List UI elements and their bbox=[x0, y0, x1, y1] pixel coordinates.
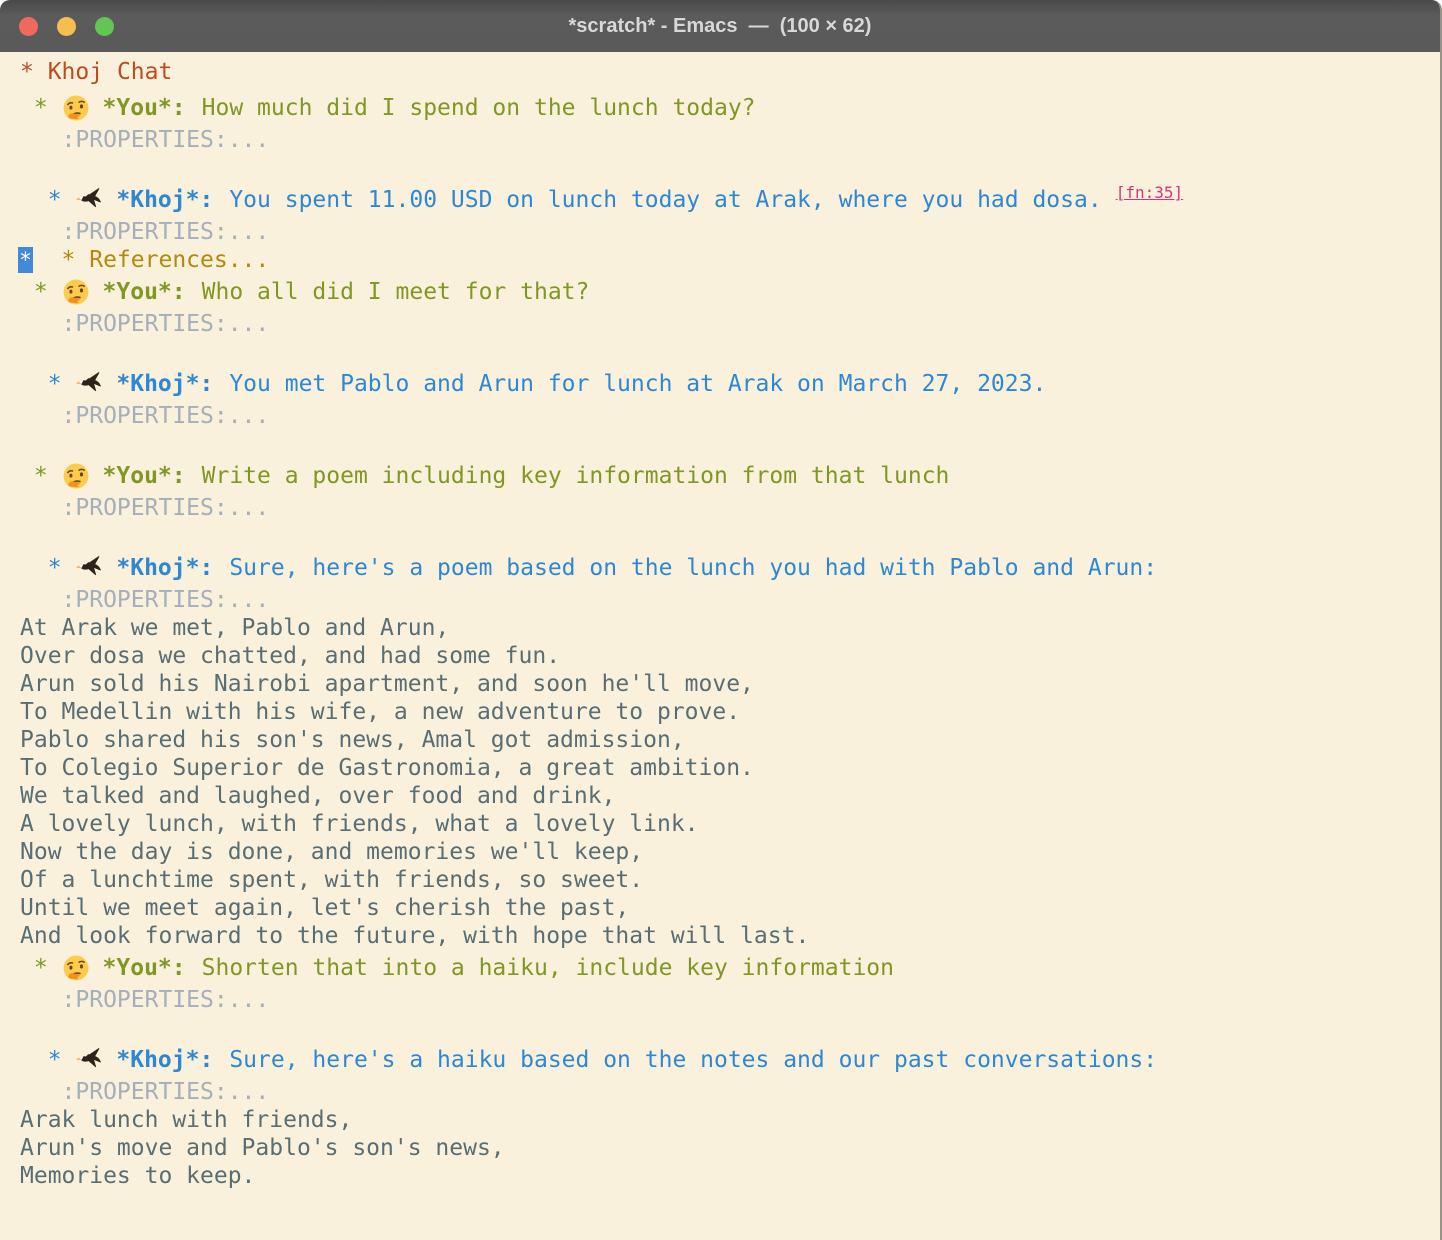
heading-star-icon: * bbox=[20, 58, 48, 86]
message-body-line: A lovely lunch, with friends, what a lov… bbox=[20, 810, 1440, 838]
khoj-label: *Khoj*: bbox=[116, 554, 213, 582]
khoj-label: *Khoj*: bbox=[116, 186, 213, 214]
properties-drawer[interactable]: :PROPERTIES:... bbox=[20, 218, 1440, 246]
message-body-line: We talked and laughed, over food and dri… bbox=[20, 782, 1440, 810]
footnote-link[interactable]: [fn:35] bbox=[1116, 179, 1183, 207]
blank-line bbox=[20, 338, 1440, 366]
heading-star-icon: * bbox=[20, 94, 62, 122]
khoj-message-heading[interactable]: * *Khoj*: You met Pablo and Arun for lunc… bbox=[20, 366, 1440, 402]
heading-star-icon: * bbox=[20, 278, 62, 306]
blank-line bbox=[20, 522, 1440, 550]
message-body-line: At Arak we met, Pablo and Arun, bbox=[20, 614, 1440, 642]
blank-line bbox=[20, 154, 1440, 182]
properties-text: :PROPERTIES:... bbox=[62, 1079, 270, 1105]
you-message-heading[interactable]: * *You*: Write a poem including key infor… bbox=[20, 458, 1440, 494]
message-body-line: And look forward to the future, with hop… bbox=[20, 922, 1440, 950]
properties-drawer[interactable]: :PROPERTIES:... bbox=[20, 126, 1440, 154]
properties-drawer[interactable]: :PROPERTIES:... bbox=[20, 402, 1440, 430]
eagle-icon bbox=[75, 554, 103, 582]
heading-star-icon: * bbox=[20, 370, 75, 398]
heading-star-icon: * bbox=[20, 554, 75, 582]
khoj-label: *Khoj*: bbox=[116, 370, 213, 398]
thinking-face-icon bbox=[62, 278, 90, 306]
you-label: *You*: bbox=[103, 94, 186, 122]
heading-star-icon: * bbox=[20, 186, 75, 214]
message-body-line: Arun's move and Pablo's son's news, bbox=[20, 1134, 1440, 1162]
message-text: Shorten that into a haiku, include key i… bbox=[202, 954, 894, 982]
message-body-line: Arak lunch with friends, bbox=[20, 1106, 1440, 1134]
properties-drawer[interactable]: :PROPERTIES:... bbox=[20, 586, 1440, 614]
eagle-icon bbox=[75, 1046, 103, 1074]
properties-drawer[interactable]: :PROPERTIES:... bbox=[20, 1078, 1440, 1106]
zoom-button[interactable] bbox=[95, 17, 114, 36]
fringe-fold-marker[interactable]: * bbox=[18, 247, 33, 273]
message-text: You spent 11.00 USD on lunch today at Ar… bbox=[229, 186, 1101, 214]
properties-text: :PROPERTIES:... bbox=[62, 987, 270, 1013]
message-body-line: To Medellin with his wife, a new adventu… bbox=[20, 698, 1440, 726]
you-message-heading[interactable]: * *You*: Who all did I meet for that? bbox=[20, 274, 1440, 310]
you-label: *You*: bbox=[103, 278, 186, 306]
window-title: *scratch* - Emacs — (100 × 62) bbox=[0, 15, 1440, 38]
org-title-text: Khoj Chat bbox=[48, 58, 173, 86]
properties-drawer[interactable]: :PROPERTIES:... bbox=[20, 494, 1440, 522]
message-body-line: Now the day is done, and memories we'll … bbox=[20, 838, 1440, 866]
heading-star-icon: * bbox=[20, 954, 62, 982]
properties-text: :PROPERTIES:... bbox=[62, 311, 270, 337]
khoj-message-heading[interactable]: * *Khoj*: Sure, here's a poem based on th… bbox=[20, 550, 1440, 586]
you-message-heading[interactable]: * *You*: Shorten that into a haiku, inclu… bbox=[20, 950, 1440, 986]
buffer[interactable]: * Khoj Chat * *You*: How much did I spend… bbox=[0, 52, 1440, 1240]
heading-star-icon: * bbox=[20, 1046, 75, 1074]
you-label: *You*: bbox=[103, 954, 186, 982]
message-text: Write a poem including key information f… bbox=[202, 462, 950, 490]
properties-drawer[interactable]: :PROPERTIES:... bbox=[20, 310, 1440, 338]
message-body-line: Of a lunchtime spent, with friends, so s… bbox=[20, 866, 1440, 894]
blank-line bbox=[20, 430, 1440, 458]
properties-drawer[interactable]: :PROPERTIES:... bbox=[20, 986, 1440, 1014]
close-button[interactable] bbox=[19, 17, 38, 36]
properties-text: :PROPERTIES:... bbox=[62, 219, 270, 245]
thinking-face-icon bbox=[62, 954, 90, 982]
khoj-label: *Khoj*: bbox=[116, 1046, 213, 1074]
minimize-button[interactable] bbox=[57, 17, 76, 36]
message-text: Who all did I meet for that? bbox=[202, 278, 590, 306]
message-body-line: Arun sold his Nairobi apartment, and soo… bbox=[20, 670, 1440, 698]
properties-text: :PROPERTIES:... bbox=[62, 495, 270, 521]
eagle-icon bbox=[75, 370, 103, 398]
thinking-face-icon bbox=[62, 94, 90, 122]
message-body-line: To Colegio Superior de Gastronomia, a gr… bbox=[20, 754, 1440, 782]
eagle-icon bbox=[75, 186, 103, 214]
message-body-line: Memories to keep. bbox=[20, 1162, 1440, 1190]
message-text: Sure, here's a poem based on the lunch y… bbox=[229, 554, 1157, 582]
window-titlebar[interactable]: *scratch* - Emacs — (100 × 62) bbox=[0, 0, 1440, 52]
khoj-message-heading[interactable]: * *Khoj*: You spent 11.00 USD on lunch to… bbox=[20, 182, 1440, 218]
message-text: You met Pablo and Arun for lunch at Arak… bbox=[229, 370, 1046, 398]
blank-line bbox=[20, 1014, 1440, 1042]
references-heading[interactable]: * * References... bbox=[20, 246, 1440, 274]
message-body-line: Over dosa we chatted, and had some fun. bbox=[20, 642, 1440, 670]
emacs-window: *scratch* - Emacs — (100 × 62) * Khoj Ch… bbox=[0, 0, 1442, 1240]
org-title-heading[interactable]: * Khoj Chat bbox=[20, 54, 1440, 90]
message-text: Sure, here's a haiku based on the notes … bbox=[229, 1046, 1157, 1074]
properties-text: :PROPERTIES:... bbox=[62, 403, 270, 429]
thinking-face-icon bbox=[62, 462, 90, 490]
you-label: *You*: bbox=[103, 462, 186, 490]
khoj-message-heading[interactable]: * *Khoj*: Sure, here's a haiku based on t… bbox=[20, 1042, 1440, 1078]
you-message-heading[interactable]: * *You*: How much did I spend on the lunc… bbox=[20, 90, 1440, 126]
properties-text: :PROPERTIES:... bbox=[62, 127, 270, 153]
message-body-line: Pablo shared his son's news, Amal got ad… bbox=[20, 726, 1440, 754]
references-text: * References... bbox=[62, 247, 270, 273]
properties-text: :PROPERTIES:... bbox=[62, 587, 270, 613]
window-controls bbox=[19, 17, 114, 36]
message-body-line: Until we meet again, let's cherish the p… bbox=[20, 894, 1440, 922]
heading-star-icon: * bbox=[20, 462, 62, 490]
message-text: How much did I spend on the lunch today? bbox=[202, 94, 756, 122]
